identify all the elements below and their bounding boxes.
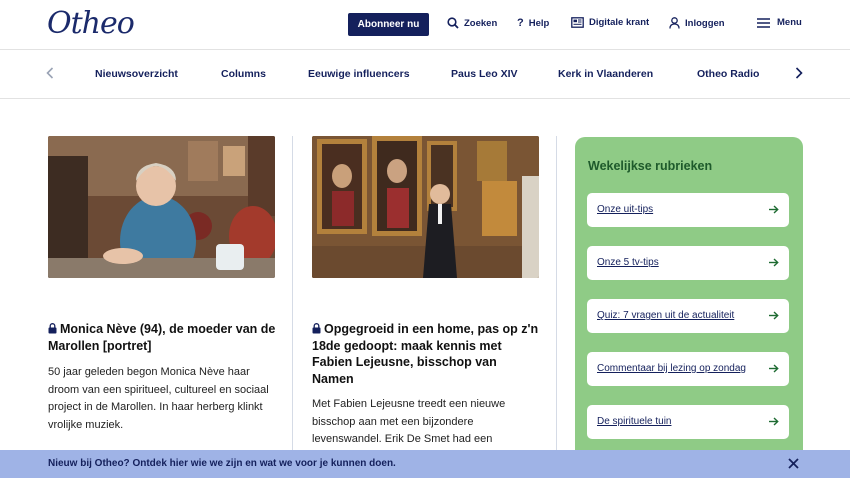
nav-item-eeuwige-influencers[interactable]: Eeuwige influencers bbox=[308, 68, 410, 80]
column-divider bbox=[292, 136, 293, 456]
article-title-text: Monica Nève (94), de moeder van de Marol… bbox=[48, 322, 276, 353]
rubric-link-uit-tips[interactable]: Onze uit-tips bbox=[587, 193, 789, 227]
rubric-link-commentaar[interactable]: Commentaar bij lezing op zondag bbox=[587, 352, 789, 386]
article-excerpt-bishop: Met Fabien Lejeusne treedt een nieuwe bi… bbox=[312, 398, 506, 445]
digital-paper-label: Digitale krant bbox=[589, 17, 650, 28]
article-title-bishop[interactable]: Opgegroeid in een home, pas op z'n 18de … bbox=[312, 321, 540, 387]
welcome-banner: Nieuw bij Otheo? Ontdek hier wie we zijn… bbox=[0, 450, 850, 478]
login-label: Inloggen bbox=[685, 17, 725, 29]
site-header: Otheo Abonneer nu Zoeken ? Help Digitale… bbox=[0, 0, 850, 50]
subscribe-button[interactable]: Abonneer nu bbox=[348, 13, 429, 36]
column-divider bbox=[556, 136, 557, 456]
login-button[interactable]: Inloggen bbox=[669, 17, 725, 29]
search-icon bbox=[447, 17, 459, 29]
arrow-right-icon bbox=[769, 311, 779, 320]
rubric-label: Commentaar bij lezing op zondag bbox=[597, 363, 746, 374]
close-icon[interactable] bbox=[788, 458, 799, 469]
nav-item-columns[interactable]: Columns bbox=[221, 68, 266, 80]
chevron-right-icon[interactable] bbox=[795, 67, 803, 79]
section-nav: Nieuwsoverzicht Columns Eeuwige influenc… bbox=[0, 51, 850, 99]
article-title-monica[interactable]: Monica Nève (94), de moeder van de Marol… bbox=[48, 321, 276, 354]
lock-icon bbox=[312, 323, 321, 334]
digital-paper-button[interactable]: Digitale krant bbox=[571, 17, 649, 28]
search-button[interactable]: Zoeken bbox=[447, 17, 497, 29]
rubric-link-spirituele-tuin[interactable]: De spirituele tuin bbox=[587, 405, 789, 439]
chevron-left-icon[interactable] bbox=[46, 67, 54, 79]
article-image-monica[interactable] bbox=[48, 136, 275, 278]
nav-item-kerk-in-vlaanderen[interactable]: Kerk in Vlaanderen bbox=[558, 68, 653, 80]
rubric-label: Onze 5 tv-tips bbox=[597, 257, 659, 268]
article-image-bishop[interactable] bbox=[312, 136, 539, 278]
weekly-sections-panel: Wekelijkse rubrieken Onze uit-tips Onze … bbox=[575, 137, 803, 467]
help-icon: ? bbox=[517, 17, 524, 29]
rubric-link-tv-tips[interactable]: Onze 5 tv-tips bbox=[587, 246, 789, 280]
newspaper-icon bbox=[571, 17, 584, 28]
rubric-label: Quiz: 7 vragen uit de actualiteit bbox=[597, 310, 735, 321]
welcome-banner-link[interactable]: Nieuw bij Otheo? Ontdek hier wie we zijn… bbox=[48, 458, 396, 469]
rubric-label: Onze uit-tips bbox=[597, 204, 654, 215]
arrow-right-icon bbox=[769, 205, 779, 214]
user-icon bbox=[669, 17, 680, 29]
help-label: Help bbox=[528, 17, 550, 29]
menu-label: Menu bbox=[777, 17, 802, 28]
otheo-logo[interactable]: Otheo bbox=[47, 6, 135, 41]
article-excerpt-monica: 50 jaar geleden begon Monica Nève haar d… bbox=[48, 366, 269, 431]
arrow-right-icon bbox=[769, 417, 779, 426]
rubric-label: De spirituele tuin bbox=[597, 416, 672, 427]
menu-icon bbox=[757, 17, 770, 28]
arrow-right-icon bbox=[769, 364, 779, 373]
search-label: Zoeken bbox=[464, 17, 498, 29]
arrow-right-icon bbox=[769, 258, 779, 267]
help-button[interactable]: ? Help bbox=[517, 17, 549, 29]
nav-item-otheo-radio[interactable]: Otheo Radio bbox=[697, 68, 759, 80]
menu-button[interactable]: Menu bbox=[757, 17, 802, 28]
article-title-text: Opgegroeid in een home, pas op z'n 18de … bbox=[312, 322, 539, 386]
rubric-link-quiz[interactable]: Quiz: 7 vragen uit de actualiteit bbox=[587, 299, 789, 333]
weekly-sections-title: Wekelijkse rubrieken bbox=[588, 159, 713, 173]
nav-item-nieuwsoverzicht[interactable]: Nieuwsoverzicht bbox=[95, 68, 178, 80]
lock-icon bbox=[48, 323, 57, 334]
nav-item-paus-leo[interactable]: Paus Leo XIV bbox=[451, 68, 518, 80]
